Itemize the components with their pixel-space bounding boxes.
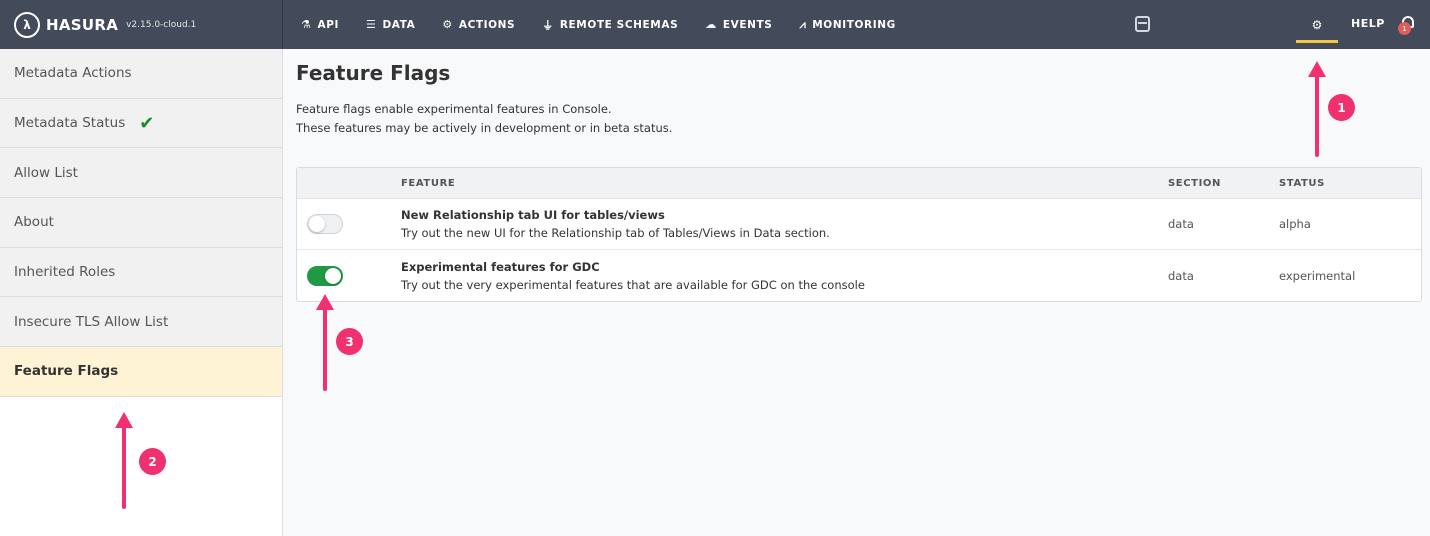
main-nav: ⚗ API ☰ DATA ⚙ ACTIONS ⏚ REMOTE SCHEMAS … [283,0,923,49]
sidebar-item-label: Metadata Status [14,115,126,132]
feature-flags-table: FEATURE SECTION STATUS New Relationship … [296,167,1422,302]
toggle-knob [325,267,341,284]
notification-badge: 1 [1398,22,1411,35]
top-navbar: λ HASURA v2.15.0-cloud.1 ⚗ API ☰ DATA ⚙ … [0,0,1430,49]
sidebar-item-label: Allow List [14,164,78,181]
main-content: Feature Flags Feature flags enable exper… [284,49,1430,536]
nav-api[interactable]: ⚗ API [301,0,339,49]
nav-data-label: DATA [382,18,416,31]
nav-monitoring-label: MONITORING [812,18,896,31]
description-line-2: These features may be actively in develo… [296,121,673,135]
brand-name: HASURA [46,15,119,34]
server-icon[interactable] [1135,16,1150,32]
notifications-button[interactable]: 1 [1398,13,1418,35]
feature-toggle-gdc[interactable] [307,265,343,286]
nav-actions-label: ACTIONS [458,18,516,31]
plug-icon: ⏚ [542,18,554,32]
annotation-marker-2: 2 [139,448,166,475]
feature-title: New Relationship tab UI for tables/views [401,208,665,222]
nav-data[interactable]: ☰ DATA [366,0,415,49]
table-row: New Relationship tab UI for tables/views… [297,199,1421,250]
sidebar-item-metadata-status[interactable]: Metadata Status ✔ [0,98,282,149]
feature-cell: New Relationship tab UI for tables/views… [401,208,1168,240]
active-tab-underline [1296,40,1338,43]
settings-button[interactable]: ⚙ [1296,0,1338,49]
header-feature: FEATURE [401,177,456,189]
chart-line-icon: ⩘ [799,17,807,31]
nav-remote-schemas[interactable]: ⏚ REMOTE SCHEMAS [542,0,678,49]
annotation-marker-1: 1 [1328,94,1355,121]
annotation-arrow-3 [323,307,327,391]
nav-monitoring[interactable]: ⩘ MONITORING [799,0,895,49]
sidebar-item-label: About [14,214,54,231]
sidebar-item-label: Feature Flags [14,363,119,380]
nav-actions[interactable]: ⚙ ACTIONS [442,0,515,49]
annotation-marker-3: 3 [336,328,363,355]
flask-icon: ⚗ [301,18,312,31]
toggle-cell [297,265,401,286]
sidebar-item-label: Insecure TLS Allow List [14,313,169,330]
page-title: Feature Flags [296,61,451,85]
header-status: STATUS [1279,177,1325,189]
sidebar-item-label: Metadata Actions [14,65,132,82]
feature-toggle-relationship-tab[interactable] [307,214,343,234]
feature-title: Experimental features for GDC [401,259,600,274]
section-cell: data [1168,217,1194,231]
brand[interactable]: λ HASURA v2.15.0-cloud.1 [0,0,283,49]
nav-remote-schemas-label: REMOTE SCHEMAS [559,18,679,31]
header-section: SECTION [1168,177,1221,189]
hasura-logo-icon: λ [14,11,40,38]
feature-cell: Experimental features for GDC Try out th… [401,260,1168,292]
sidebar-item-metadata-actions[interactable]: Metadata Actions [0,49,282,99]
nav-api-label: API [317,18,339,31]
gear-icon: ⚙ [1311,17,1323,32]
section-cell: data [1168,268,1194,283]
table-row: Experimental features for GDC Try out th… [297,250,1421,301]
table-header: FEATURE SECTION STATUS [297,168,1421,199]
nav-events[interactable]: ☁ EVENTS [705,0,772,49]
sidebar-item-about[interactable]: About [0,198,282,248]
status-cell: alpha [1279,217,1311,231]
toggle-cell [297,214,401,234]
sidebar-item-insecure-tls-allow-list[interactable]: Insecure TLS Allow List [0,297,282,348]
sidebar-item-label: Inherited Roles [14,264,116,281]
check-icon: ✔ [139,112,155,134]
cloud-icon: ☁ [705,18,717,31]
cogs-icon: ⚙ [442,18,453,31]
sidebar-item-feature-flags[interactable]: Feature Flags [0,347,282,397]
feature-description: Try out the new UI for the Relationship … [401,226,830,240]
sidebar-item-allow-list[interactable]: Allow List [0,148,282,199]
sidebar-item-inherited-roles[interactable]: Inherited Roles [0,247,282,298]
status-cell: experimental [1279,268,1356,283]
description-line-1: Feature flags enable experimental featur… [296,102,612,116]
help-button[interactable]: HELP [1351,17,1385,30]
feature-description: Try out the very experimental features t… [401,277,865,292]
annotation-arrow-1 [1315,74,1319,157]
version-label: v2.15.0-cloud.1 [126,19,197,30]
toggle-knob [309,216,325,232]
annotation-arrow-2 [122,425,126,509]
page-description: Feature flags enable experimental featur… [296,100,672,138]
database-icon: ☰ [366,18,377,31]
nav-events-label: EVENTS [722,18,773,31]
